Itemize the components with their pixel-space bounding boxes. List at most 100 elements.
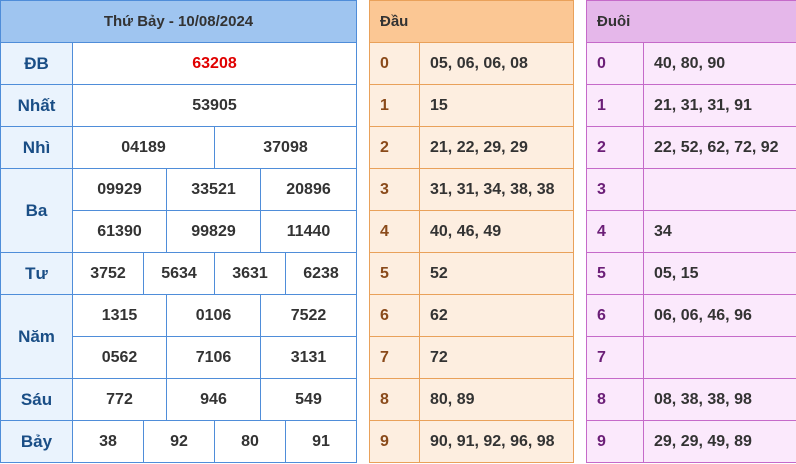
prize-row-nhat: Nhất 53905 (0, 84, 357, 127)
duoi-row: 6 06, 06, 46, 96 (586, 294, 796, 337)
duoi-row: 7 (586, 336, 796, 379)
duoi-values (642, 336, 796, 379)
duoi-row: 0 40, 80, 90 (586, 42, 796, 85)
duoi-digit: 1 (586, 84, 644, 127)
duoi-digit: 9 (586, 420, 644, 463)
prize-row-db: ĐB 63208 (0, 42, 357, 85)
results-table: Thứ Bảy - 10/08/2024 ĐB 63208 Nhất 53905… (0, 0, 357, 463)
prize-row-ba: Ba 09929 33521 20896 (0, 168, 357, 253)
prize-value: 3131 (260, 336, 357, 379)
duoi-values: 22, 52, 62, 72, 92 (642, 126, 796, 169)
duoi-values: 29, 29, 49, 89 (642, 420, 796, 463)
dau-row: 3 31, 31, 34, 38, 38 (369, 168, 574, 211)
duoi-row: 5 05, 15 (586, 252, 796, 295)
prize-value: 549 (260, 378, 357, 421)
dau-digit: 8 (369, 378, 420, 421)
dau-row: 8 80, 89 (369, 378, 574, 421)
dau-values: 90, 91, 92, 96, 98 (419, 420, 574, 463)
prize-value: 3752 (72, 252, 144, 295)
prize-label-tu: Tư (0, 252, 73, 295)
prize-row-sau: Sáu 772 946 549 (0, 378, 357, 421)
prize-value: 7106 (166, 336, 261, 379)
prize-value: 91 (285, 420, 357, 463)
prize-value: 04189 (72, 126, 215, 169)
prize-value: 3631 (214, 252, 286, 295)
prize-value: 63208 (72, 42, 357, 85)
duoi-digit: 0 (586, 42, 644, 85)
prize-label-ba: Ba (0, 168, 73, 253)
dau-digit: 5 (369, 252, 420, 295)
results-header-row: Thứ Bảy - 10/08/2024 (0, 0, 357, 43)
prize-value: 11440 (260, 210, 357, 253)
prize-value: 6238 (285, 252, 357, 295)
duoi-values: 34 (642, 210, 796, 253)
prize-value: 92 (143, 420, 215, 463)
duoi-values: 40, 80, 90 (642, 42, 796, 85)
duoi-digit: 7 (586, 336, 644, 379)
prize-value: 7522 (260, 294, 357, 337)
duoi-row: 9 29, 29, 49, 89 (586, 420, 796, 463)
prize-value: 5634 (143, 252, 215, 295)
duoi-digit: 5 (586, 252, 644, 295)
dau-values: 15 (419, 84, 574, 127)
prize-value: 0106 (166, 294, 261, 337)
dau-digit: 2 (369, 126, 420, 169)
prize-value: 20896 (260, 168, 357, 211)
duoi-header: Đuôi (585, 0, 796, 43)
prize-value: 1315 (72, 294, 167, 337)
prize-value: 38 (72, 420, 144, 463)
duoi-row: 4 34 (586, 210, 796, 253)
duoi-digit: 6 (586, 294, 644, 337)
dau-header-row: Đầu (369, 0, 574, 43)
dau-values: 80, 89 (419, 378, 574, 421)
prize-value: 0562 (72, 336, 167, 379)
dau-values: 21, 22, 29, 29 (419, 126, 574, 169)
duoi-row: 1 21, 31, 31, 91 (586, 84, 796, 127)
duoi-values: 21, 31, 31, 91 (642, 84, 796, 127)
duoi-row: 3 (586, 168, 796, 211)
duoi-values: 05, 15 (642, 252, 796, 295)
dau-digit: 4 (369, 210, 420, 253)
prize-value: 946 (166, 378, 261, 421)
dau-digit: 7 (369, 336, 420, 379)
prize-row-nhi: Nhì 04189 37098 (0, 126, 357, 169)
dau-digit: 1 (369, 84, 420, 127)
duoi-row: 8 08, 38, 38, 98 (586, 378, 796, 421)
prize-label-db: ĐB (0, 42, 73, 85)
dau-header: Đầu (369, 0, 574, 43)
duoi-values (642, 168, 796, 211)
prize-label-bay: Bảy (0, 420, 73, 463)
dau-row: 9 90, 91, 92, 96, 98 (369, 420, 574, 463)
dau-values: 05, 06, 06, 08 (419, 42, 574, 85)
prize-value: 37098 (214, 126, 357, 169)
prize-label-nam: Năm (0, 294, 73, 379)
prize-label-nhi: Nhì (0, 126, 73, 169)
dau-row: 6 62 (369, 294, 574, 337)
dau-values: 31, 31, 34, 38, 38 (419, 168, 574, 211)
dau-row: 5 52 (369, 252, 574, 295)
dau-table: Đầu 0 05, 06, 06, 08 1 15 2 21, 22, 29, 29 … (369, 0, 574, 463)
dau-digit: 9 (369, 420, 420, 463)
prize-value: 09929 (72, 168, 167, 211)
duoi-header-row: Đuôi (585, 0, 796, 43)
prize-row-tu: Tư 3752 5634 3631 6238 (0, 252, 357, 295)
prize-value: 80 (214, 420, 286, 463)
dau-row: 0 05, 06, 06, 08 (369, 42, 574, 85)
duoi-digit: 3 (586, 168, 644, 211)
prize-label-nhat: Nhất (0, 84, 73, 127)
prize-row-nam: Năm 1315 0106 7522 (0, 294, 357, 379)
duoi-values: 06, 06, 46, 96 (642, 294, 796, 337)
duoi-values: 08, 38, 38, 98 (642, 378, 796, 421)
dau-values: 40, 46, 49 (419, 210, 574, 253)
duoi-digit: 8 (586, 378, 644, 421)
dau-digit: 6 (369, 294, 420, 337)
prize-value: 772 (72, 378, 167, 421)
results-title: Thứ Bảy - 10/08/2024 (0, 0, 357, 43)
dau-row: 4 40, 46, 49 (369, 210, 574, 253)
dau-values: 52 (419, 252, 574, 295)
dau-row: 1 15 (369, 84, 574, 127)
prize-value: 61390 (72, 210, 167, 253)
duoi-table: Đuôi 0 40, 80, 90 1 21, 31, 31, 91 2 22, 52… (585, 0, 796, 463)
dau-row: 2 21, 22, 29, 29 (369, 126, 574, 169)
dau-digit: 3 (369, 168, 420, 211)
